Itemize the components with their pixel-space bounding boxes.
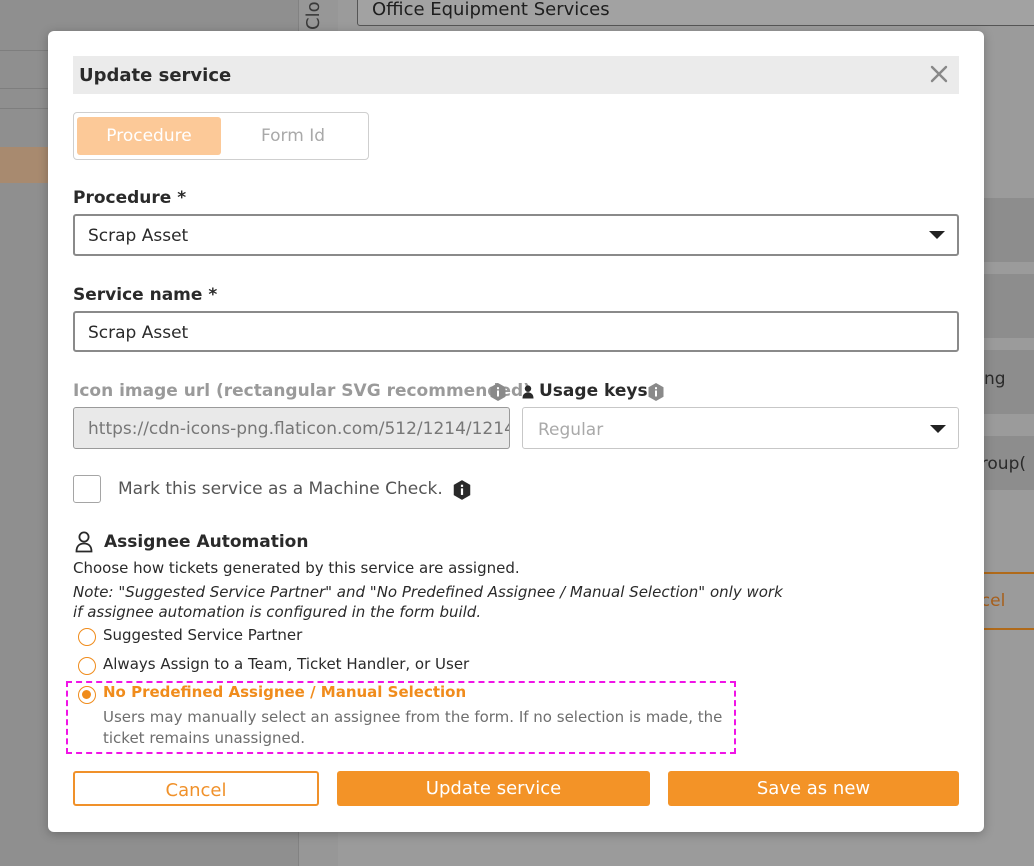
radio-always-assign[interactable] bbox=[78, 657, 96, 675]
background-top-input-value: Office Equipment Services bbox=[372, 0, 610, 20]
close-button[interactable] bbox=[927, 62, 951, 86]
service-name-label: Service name * bbox=[73, 285, 218, 305]
dialog-header: Update service bbox=[73, 56, 959, 94]
close-icon bbox=[930, 65, 948, 83]
radio-label-suggested-partner: Suggested Service Partner bbox=[103, 626, 303, 644]
tab-procedure[interactable]: Procedure bbox=[77, 117, 221, 155]
procedure-select-value: Scrap Asset bbox=[88, 226, 189, 246]
assignee-automation-title: Assignee Automation bbox=[104, 532, 309, 552]
radio-no-predefined-assignee[interactable] bbox=[78, 686, 96, 704]
icon-url-input[interactable]: https://cdn-icons-png.flaticon.com/512/1… bbox=[73, 407, 510, 449]
cancel-button[interactable]: Cancel bbox=[73, 771, 319, 806]
person-icon bbox=[522, 385, 534, 399]
machine-check-checkbox[interactable] bbox=[73, 475, 101, 503]
update-service-button[interactable]: Update service bbox=[337, 771, 650, 806]
chevron-down-icon bbox=[930, 425, 946, 433]
icon-url-value: https://cdn-icons-png.flaticon.com/512/1… bbox=[88, 419, 510, 439]
service-name-input[interactable]: Scrap Asset bbox=[73, 311, 959, 352]
service-name-value: Scrap Asset bbox=[88, 323, 189, 343]
machine-check-label: Mark this service as a Machine Check. bbox=[118, 479, 443, 499]
assignee-note: Note: "Suggested Service Partner" and "N… bbox=[73, 583, 783, 621]
selected-option-description: Users may manually select an assignee fr… bbox=[103, 708, 723, 747]
radio-suggested-partner[interactable] bbox=[78, 628, 96, 646]
procedure-label: Procedure * bbox=[73, 188, 187, 208]
update-service-dialog: Update service Procedure Form Id Procedu… bbox=[48, 31, 984, 832]
background-text-fragment: ng bbox=[984, 369, 1006, 389]
background-vertical-label: Clo bbox=[303, 1, 324, 30]
radio-label-always-assign: Always Assign to a Team, Ticket Handler,… bbox=[103, 655, 470, 673]
chevron-down-icon bbox=[929, 231, 945, 239]
background-card bbox=[984, 274, 1034, 338]
background-card bbox=[984, 198, 1034, 262]
background-top-input: Office Equipment Services bbox=[357, 0, 1034, 26]
info-icon[interactable] bbox=[647, 382, 665, 402]
procedure-formid-toggle: Procedure Form Id bbox=[73, 112, 369, 160]
dialog-title: Update service bbox=[79, 65, 232, 86]
icon-url-label: Icon image url (rectangular SVG recommen… bbox=[73, 381, 531, 401]
user-icon bbox=[75, 531, 93, 553]
save-as-new-button[interactable]: Save as new bbox=[668, 771, 959, 806]
procedure-select[interactable]: Scrap Asset bbox=[73, 214, 959, 256]
background-active-item bbox=[0, 147, 48, 183]
usage-keys-select[interactable]: Regular bbox=[522, 407, 959, 449]
info-icon[interactable] bbox=[489, 382, 507, 402]
radio-label-no-predefined-assignee: No Predefined Assignee / Manual Selectio… bbox=[103, 683, 467, 701]
tab-form-id[interactable]: Form Id bbox=[221, 117, 365, 155]
assignee-description: Choose how tickets generated by this ser… bbox=[73, 559, 520, 577]
usage-keys-label: Usage keys bbox=[539, 381, 648, 401]
info-icon[interactable] bbox=[452, 479, 472, 501]
usage-keys-placeholder: Regular bbox=[538, 420, 604, 440]
